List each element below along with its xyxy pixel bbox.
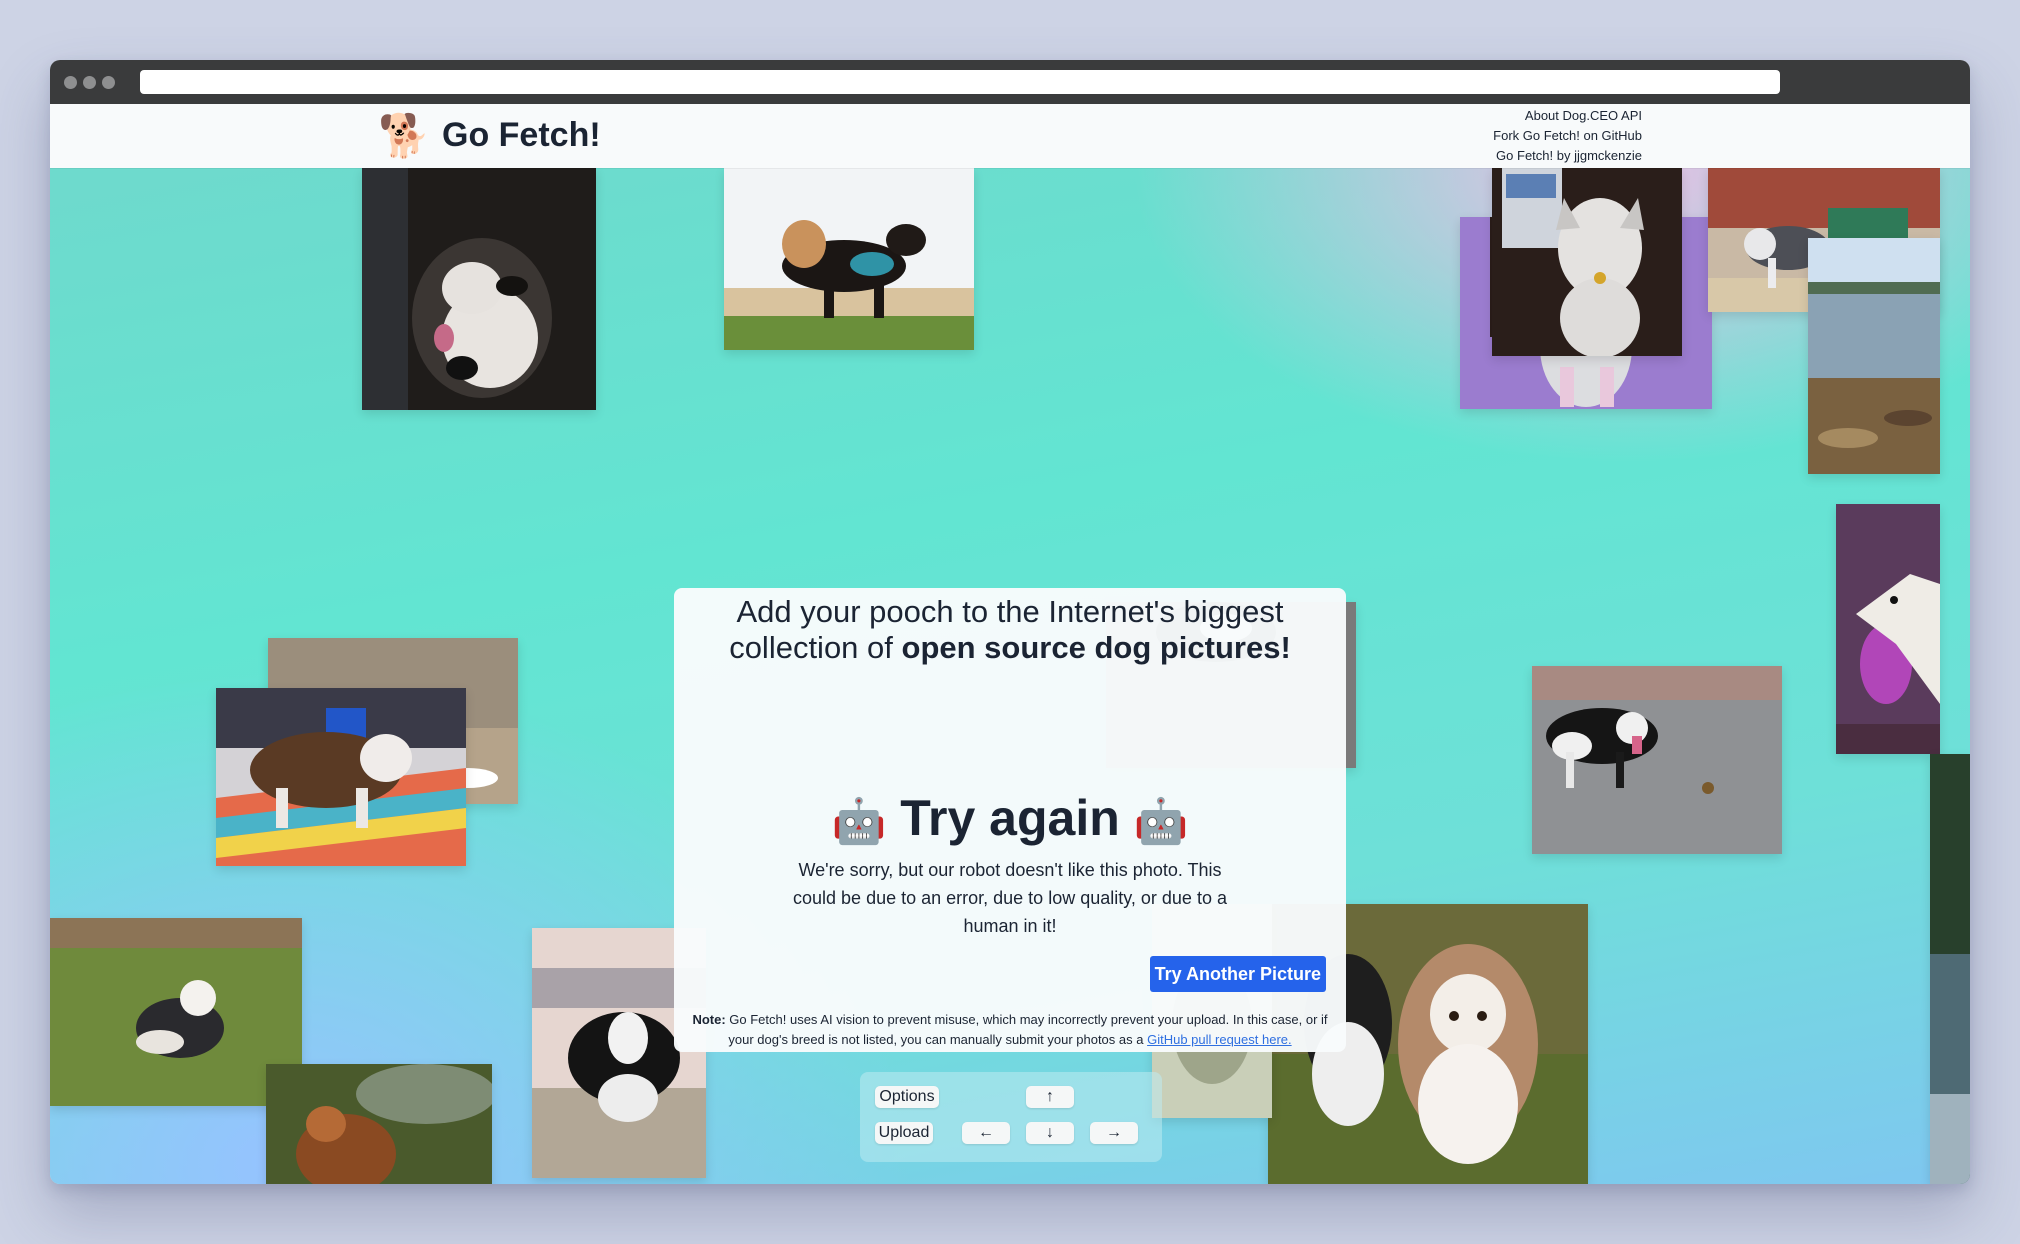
navigation-controls: Options Upload ↑ ← ↓ → — [860, 1072, 1162, 1162]
robot-icon: 🤖 — [1133, 796, 1189, 846]
author-link[interactable]: Go Fetch! by jjgmckenzie — [1493, 146, 1642, 166]
window-close-dot[interactable] — [64, 76, 77, 89]
arrow-right-button[interactable]: → — [1090, 1122, 1138, 1144]
dog-photo-border-collie-gravel[interactable] — [1532, 666, 1782, 854]
page-viewport: 🐕 Go Fetch! About Dog.CEO API Fork Go Fe… — [50, 104, 1970, 1184]
browser-window: 🐕 Go Fetch! About Dog.CEO API Fork Go Fe… — [50, 60, 1970, 1184]
header-links: About Dog.CEO API Fork Go Fetch! on GitH… — [1493, 106, 1642, 166]
dog-photo-pomsky-field[interactable] — [724, 168, 974, 350]
dog-photo-corgi-rug[interactable] — [216, 688, 466, 866]
window-maximize-dot[interactable] — [102, 76, 115, 89]
dog-logo-icon: 🐕 — [378, 111, 431, 160]
rejection-message: We're sorry, but our robot doesn't like … — [793, 860, 1227, 936]
browser-chrome — [50, 60, 1970, 104]
dog-photo-forest-water[interactable] — [1930, 754, 1970, 1184]
dog-photo-lake-shore[interactable] — [1808, 238, 1940, 474]
headline-emphasis: open source dog pictures! — [901, 630, 1291, 665]
upload-result-card: Add your pooch to the Internet's biggest… — [674, 588, 1346, 1052]
dog-photo-corgi-grass[interactable] — [50, 918, 302, 1106]
dog-photo-husky-closeup[interactable] — [362, 168, 596, 410]
dog-photo-borzoi[interactable] — [1836, 504, 1940, 754]
upload-button[interactable]: Upload — [875, 1122, 933, 1144]
dog-photo-aussie-tree[interactable] — [266, 1064, 492, 1184]
arrow-left-button[interactable]: ← — [962, 1122, 1010, 1144]
address-bar[interactable] — [140, 70, 1780, 94]
card-headline: Add your pooch to the Internet's biggest… — [714, 594, 1306, 666]
window-minimize-dot[interactable] — [83, 76, 96, 89]
options-button[interactable]: Options — [875, 1086, 939, 1108]
fork-github-link[interactable]: Fork Go Fetch! on GitHub — [1493, 126, 1642, 146]
arrow-up-button[interactable]: ↑ — [1026, 1086, 1074, 1108]
arrow-down-button[interactable]: ↓ — [1026, 1122, 1074, 1144]
try-another-picture-button[interactable]: Try Another Picture — [1149, 956, 1326, 992]
site-header: 🐕 Go Fetch! About Dog.CEO API Fork Go Fe… — [50, 104, 1970, 168]
dog-photo-husky-face-boxes[interactable] — [1492, 168, 1682, 356]
misuse-note: Note: Go Fetch! uses AI vision to preven… — [688, 1010, 1332, 1050]
try-again-heading: 🤖 Try again 🤖 — [674, 788, 1346, 852]
github-pull-request-link[interactable]: GitHub pull request here. — [1147, 1032, 1292, 1047]
about-api-link[interactable]: About Dog.CEO API — [1493, 106, 1642, 126]
site-title[interactable]: Go Fetch! — [442, 116, 601, 155]
robot-icon: 🤖 — [831, 796, 887, 846]
note-label: Note: — [692, 1012, 726, 1027]
try-again-text: Try again — [900, 790, 1120, 846]
